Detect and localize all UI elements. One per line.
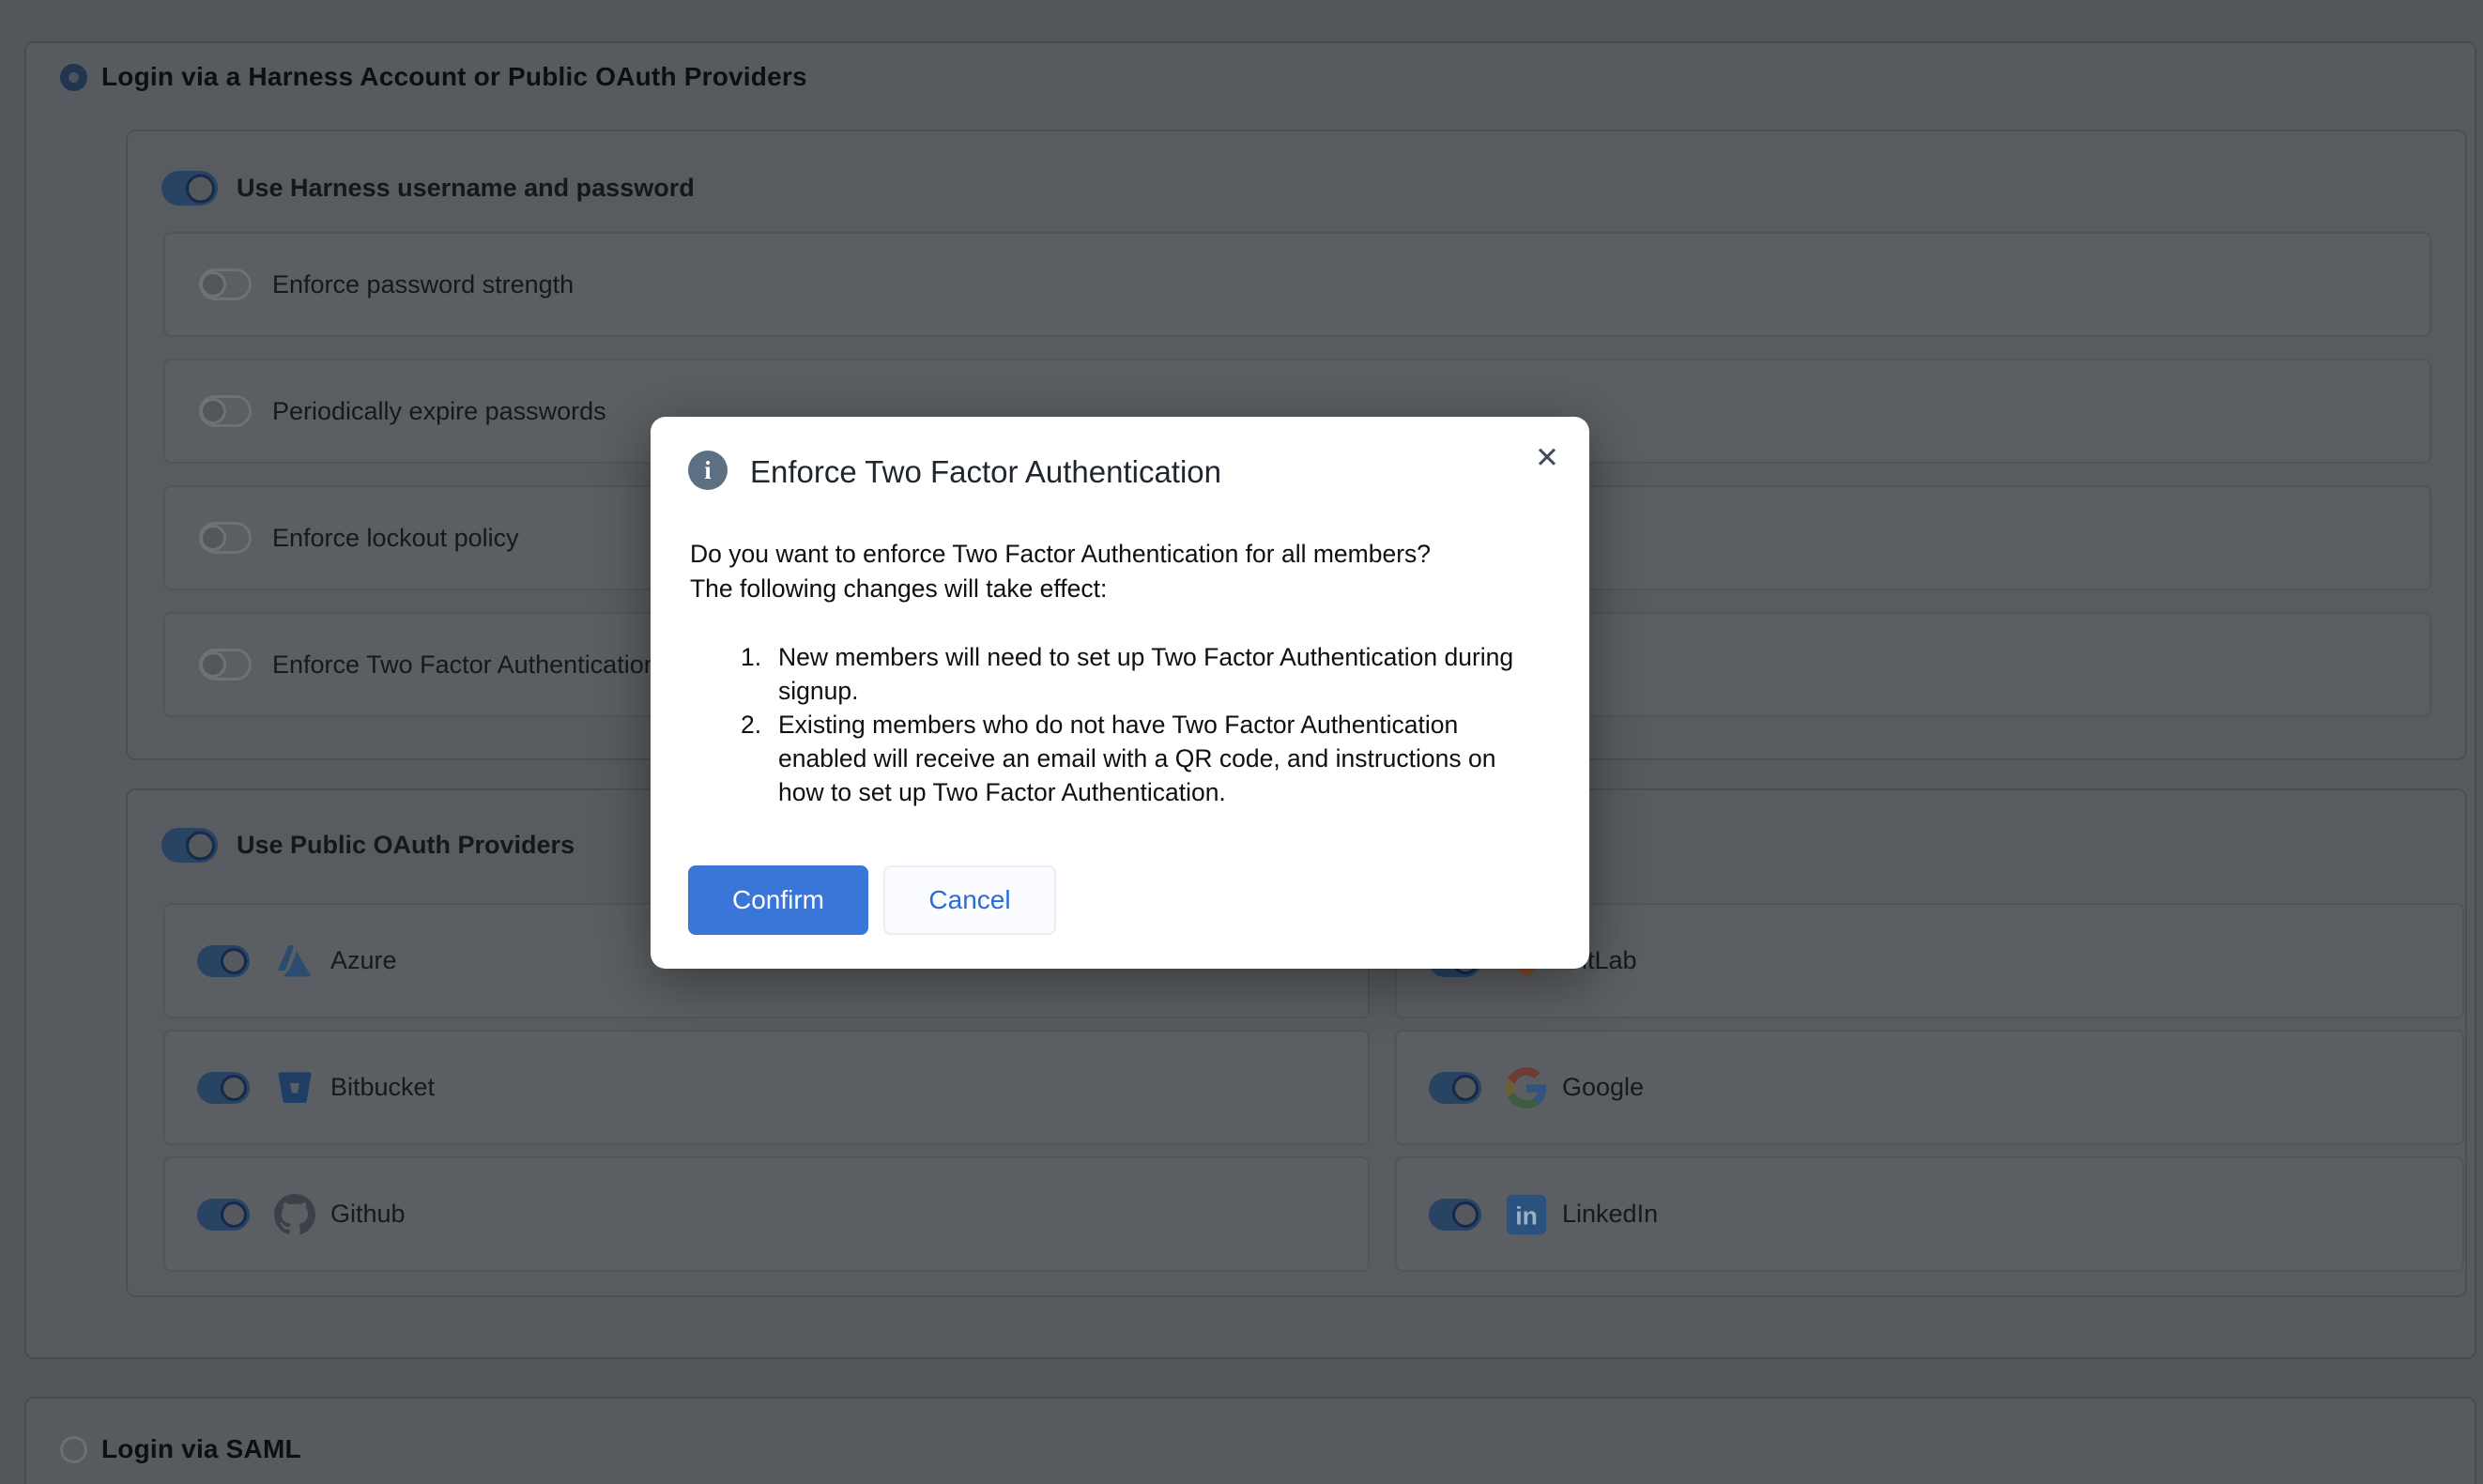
close-icon[interactable]: ✕ (1535, 443, 1559, 472)
confirm-button[interactable]: Confirm (688, 865, 868, 935)
azure-toggle[interactable] (197, 945, 250, 977)
modal-body-text: Do you want to enforce Two Factor Authen… (690, 537, 1554, 606)
login-saml-radio[interactable] (60, 1436, 87, 1463)
google-toggle[interactable] (1429, 1072, 1481, 1104)
toggle-knob (221, 1201, 247, 1228)
bitbucket-label: Bitbucket (330, 1073, 435, 1102)
provider-row-linkedin: in LinkedIn (1395, 1156, 2464, 1272)
linkedin-label: LinkedIn (1562, 1200, 1658, 1229)
toggle-knob (1452, 1075, 1479, 1101)
info-icon-glyph: i (704, 456, 712, 485)
toggle-knob (1452, 1201, 1479, 1228)
expire-passwords-toggle[interactable] (199, 395, 252, 427)
azure-icon (274, 941, 315, 982)
two-factor-toggle[interactable] (199, 649, 252, 681)
bitbucket-toggle[interactable] (197, 1072, 250, 1104)
info-icon: i (688, 451, 728, 490)
option-row-password-strength: Enforce password strength (163, 232, 2431, 337)
provider-row-bitbucket: Bitbucket (163, 1030, 1370, 1145)
provider-row-github: Github (163, 1156, 1370, 1272)
bitbucket-icon (274, 1067, 315, 1109)
github-icon (274, 1194, 315, 1235)
list-item-text: New members will need to set up Two Fact… (778, 640, 1513, 708)
linkedin-toggle[interactable] (1429, 1199, 1481, 1231)
modal-effects-list: 1. New members will need to set up Two F… (741, 640, 1548, 809)
auth-settings-page: Login via a Harness Account or Public OA… (0, 0, 2483, 1484)
use-oauth-label: Use Public OAuth Providers (237, 831, 575, 860)
svg-text:in: in (1515, 1201, 1538, 1230)
list-item-number: 2. (741, 708, 769, 809)
login-saml-radio-row: Login via SAML (60, 1434, 301, 1464)
toggle-knob (221, 948, 247, 974)
enforce-2fa-modal: i Enforce Two Factor Authentication ✕ Do… (651, 417, 1589, 969)
toggle-knob (200, 651, 226, 678)
login-harness-title: Login via a Harness Account or Public OA… (101, 62, 807, 92)
login-harness-radio[interactable] (60, 64, 87, 91)
toggle-knob (186, 174, 215, 203)
toggle-knob (221, 1075, 247, 1101)
use-oauth-toggle[interactable] (161, 828, 218, 863)
expire-passwords-label: Periodically expire passwords (272, 397, 606, 426)
two-factor-label: Enforce Two Factor Authentication (272, 650, 658, 680)
list-item-text: Existing members who do not have Two Fac… (778, 708, 1496, 809)
login-saml-title: Login via SAML (101, 1434, 301, 1464)
use-harness-username-row: Use Harness username and password (161, 171, 695, 206)
provider-row-google: Google (1395, 1030, 2464, 1145)
login-harness-radio-row: Login via a Harness Account or Public OA… (60, 62, 807, 92)
linkedin-icon: in (1506, 1194, 1547, 1235)
use-oauth-row: Use Public OAuth Providers (161, 828, 575, 863)
password-strength-label: Enforce password strength (272, 270, 574, 299)
lockout-policy-label: Enforce lockout policy (272, 524, 519, 553)
login-saml-section: Login via SAML (24, 1397, 2476, 1484)
lockout-policy-toggle[interactable] (199, 522, 252, 554)
azure-label: Azure (330, 946, 397, 975)
toggle-knob (200, 525, 226, 551)
github-label: Github (330, 1200, 406, 1229)
list-item: 1. New members will need to set up Two F… (741, 640, 1548, 708)
toggle-knob (200, 271, 226, 298)
use-harness-username-toggle[interactable] (161, 171, 218, 206)
cancel-button[interactable]: Cancel (883, 865, 1056, 935)
password-strength-toggle[interactable] (199, 268, 252, 300)
toggle-knob (200, 398, 226, 424)
github-toggle[interactable] (197, 1199, 250, 1231)
list-item-number: 1. (741, 640, 769, 708)
list-item: 2. Existing members who do not have Two … (741, 708, 1548, 809)
modal-actions: Confirm Cancel (688, 865, 1056, 935)
google-label: Google (1562, 1073, 1644, 1102)
google-icon (1506, 1067, 1547, 1109)
toggle-knob (186, 831, 215, 860)
modal-title: Enforce Two Factor Authentication (750, 454, 1221, 490)
use-harness-username-label: Use Harness username and password (237, 174, 695, 203)
